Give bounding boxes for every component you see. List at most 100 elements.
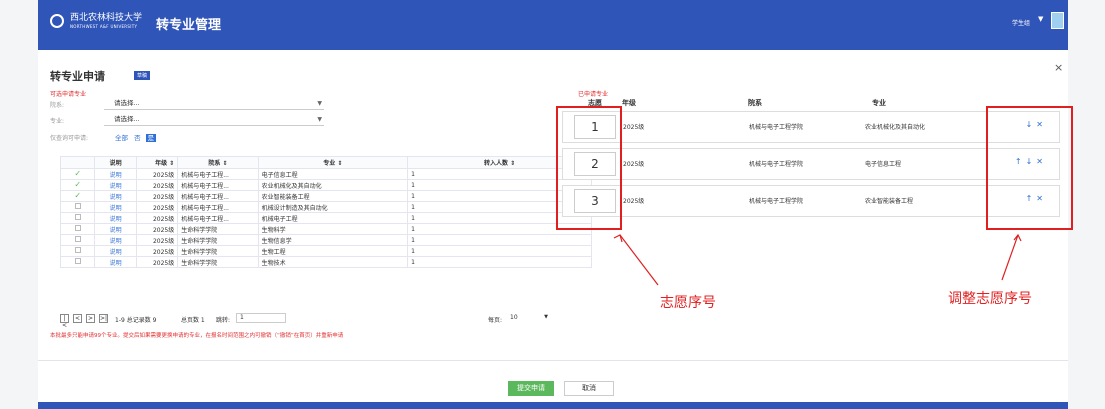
note-link[interactable]: 说明: [94, 201, 137, 213]
adjust-annotation: 调整志愿序号: [948, 291, 1032, 307]
row-select-cell[interactable]: [59, 256, 96, 268]
major-cell: 农业机械化及其自动化: [865, 124, 926, 131]
column-header[interactable]: 院系 ⇕: [177, 156, 259, 169]
grade-cell: 2025级: [135, 201, 179, 213]
row-select-cell[interactable]: ✓: [59, 190, 96, 202]
column-header[interactable]: 说明: [94, 156, 137, 169]
row-select-cell[interactable]: [59, 201, 96, 213]
note-link[interactable]: 说明: [94, 256, 137, 268]
grade-cell: 2025级: [135, 212, 179, 224]
note-link[interactable]: 说明: [94, 212, 137, 224]
jump-label: 跳转:: [216, 317, 231, 324]
checkbox[interactable]: [74, 258, 81, 264]
avatar[interactable]: [1051, 12, 1064, 29]
filter-yes-option[interactable]: 是: [145, 134, 157, 142]
dept-cell: 生命科学学院: [177, 223, 259, 235]
select-column-header: [59, 156, 96, 169]
row-select-cell[interactable]: ✓: [59, 179, 96, 191]
user-role-menu[interactable]: 学生组: [1012, 18, 1030, 27]
checkbox[interactable]: [74, 225, 81, 231]
page-size-value: 10: [510, 314, 518, 321]
checkbox[interactable]: [74, 214, 81, 220]
submit-button[interactable]: 提交申请: [508, 381, 554, 396]
top-navigation-bar: 西北农林科技大学 NORTHWEST A&F UNIVERSITY 转专业管理 …: [38, 0, 1068, 50]
major-table: 说明 年级 ⇕ 院系 ⇕ 专业 ⇕ 转入人数 ⇕ ✓ 说明 2025级 机械与电子工程…: [59, 156, 592, 268]
table-row[interactable]: 说明 2025级 生命科学学院 生物科学 1: [59, 223, 592, 235]
checkbox[interactable]: [74, 247, 81, 253]
row-select-cell[interactable]: [59, 234, 96, 246]
chevron-down-icon: ▼: [544, 314, 548, 320]
row-select-cell[interactable]: [59, 223, 96, 235]
priority-arrow: [619, 234, 659, 286]
major-cell: 机械电子工程: [257, 212, 409, 224]
grade-cell: 2025级: [623, 161, 645, 168]
table-row[interactable]: 说明 2025级 生命科学学院 生物信息学 1: [59, 234, 592, 246]
cancel-button[interactable]: 取消: [564, 381, 614, 396]
dept-cell: 机械与电子工程学院: [749, 198, 804, 205]
dept-select-value: 请选择...: [114, 99, 140, 107]
dept-cell: 机械与电子工程学院: [749, 124, 804, 131]
next-page-button[interactable]: >: [86, 314, 95, 323]
dept-cell: 机械与电子工程学院: [749, 161, 804, 168]
dialog-title: 转专业申请: [50, 70, 105, 83]
checkbox[interactable]: [74, 203, 81, 209]
table-row[interactable]: ✓ 说明 2025级 机械与电子工程... 农业机械化及其自动化 1: [59, 179, 592, 191]
grade-cell: 2025级: [135, 223, 179, 235]
note-link[interactable]: 说明: [94, 168, 137, 180]
dept-select[interactable]: 请选择... ▼: [104, 98, 324, 110]
first-page-button[interactable]: |<: [60, 314, 69, 329]
grade-cell: 2025级: [135, 245, 179, 257]
row-select-cell[interactable]: [59, 245, 96, 257]
count-cell: 1: [407, 256, 592, 268]
prev-page-button[interactable]: <: [73, 314, 82, 323]
filter-label: 仅查询可申请:: [50, 135, 89, 142]
note-link[interactable]: 说明: [94, 245, 137, 257]
adjust-arrow: [1001, 234, 1019, 281]
checkmark-icon[interactable]: ✓: [74, 170, 81, 179]
major-column-header: 专业: [872, 99, 886, 107]
adjust-highlight-box: [986, 106, 1073, 230]
table-row[interactable]: ✓ 说明 2025级 机械与电子工程... 电子信息工程 1: [59, 168, 592, 180]
table-header-row: 说明 年级 ⇕ 院系 ⇕ 专业 ⇕ 转入人数 ⇕: [59, 156, 592, 169]
table-row[interactable]: ✓ 说明 2025级 机械与电子工程... 农业智能装备工程 1: [59, 190, 592, 202]
footer-bar: [38, 402, 1068, 409]
filter-all-option[interactable]: 全部: [115, 134, 128, 142]
checkmark-icon[interactable]: ✓: [74, 181, 81, 190]
major-label: 专业:: [50, 118, 65, 125]
table-row[interactable]: 说明 2025级 机械与电子工程... 机械电子工程 1: [59, 212, 592, 224]
close-icon[interactable]: ×: [1054, 61, 1063, 74]
page-size-select[interactable]: 10 ▼: [510, 313, 548, 323]
major-cell: 农业机械化及其自动化: [257, 179, 409, 191]
row-select-cell[interactable]: ✓: [59, 168, 96, 180]
note-link[interactable]: 说明: [94, 190, 137, 202]
notice-text: 本批最多只能申请99个专业。提交后如果需要更换申请的专业，在报名时间范围之内可撤…: [50, 333, 344, 339]
checkbox[interactable]: [74, 236, 81, 242]
column-header[interactable]: 专业 ⇕: [257, 156, 409, 169]
university-name: 西北农林科技大学: [70, 13, 143, 23]
table-row[interactable]: 说明 2025级 机械与电子工程... 机械设计制造及其自动化 1: [59, 201, 592, 213]
filter-no-option[interactable]: 否: [134, 134, 141, 142]
grade-cell: 2025级: [135, 256, 179, 268]
row-select-cell[interactable]: [59, 212, 96, 224]
count-cell: 1: [407, 245, 592, 257]
last-page-button[interactable]: >|: [99, 314, 108, 323]
table-row[interactable]: 说明 2025级 生命科学学院 生物技术 1: [59, 256, 592, 268]
checkmark-icon[interactable]: ✓: [74, 192, 81, 201]
app-title: 转专业管理: [156, 18, 222, 33]
major-select-value: 请选择...: [114, 115, 140, 123]
pagination: |< < > >| 1-9 总记录数 9 总页数 1 跳转: 1 每页: 10 …: [60, 312, 592, 329]
jump-page-input[interactable]: 1: [236, 313, 286, 323]
column-header[interactable]: 年级 ⇕: [135, 156, 179, 169]
grade-column-header: 年级: [622, 99, 636, 107]
page-size-label: 每页:: [488, 317, 503, 324]
available-section-title: 可选申请专业: [50, 91, 87, 98]
note-link[interactable]: 说明: [94, 179, 137, 191]
major-select[interactable]: 请选择... ▼: [104, 114, 324, 126]
note-link[interactable]: 说明: [94, 234, 137, 246]
caret-down-icon[interactable]: ▼: [1038, 15, 1043, 23]
table-row[interactable]: 说明 2025级 生命科学学院 生物工程 1: [59, 245, 592, 257]
dept-cell: 生命科学学院: [177, 256, 259, 268]
note-link[interactable]: 说明: [94, 223, 137, 235]
grade-cell: 2025级: [135, 179, 179, 191]
major-cell: 生物工程: [257, 245, 409, 257]
